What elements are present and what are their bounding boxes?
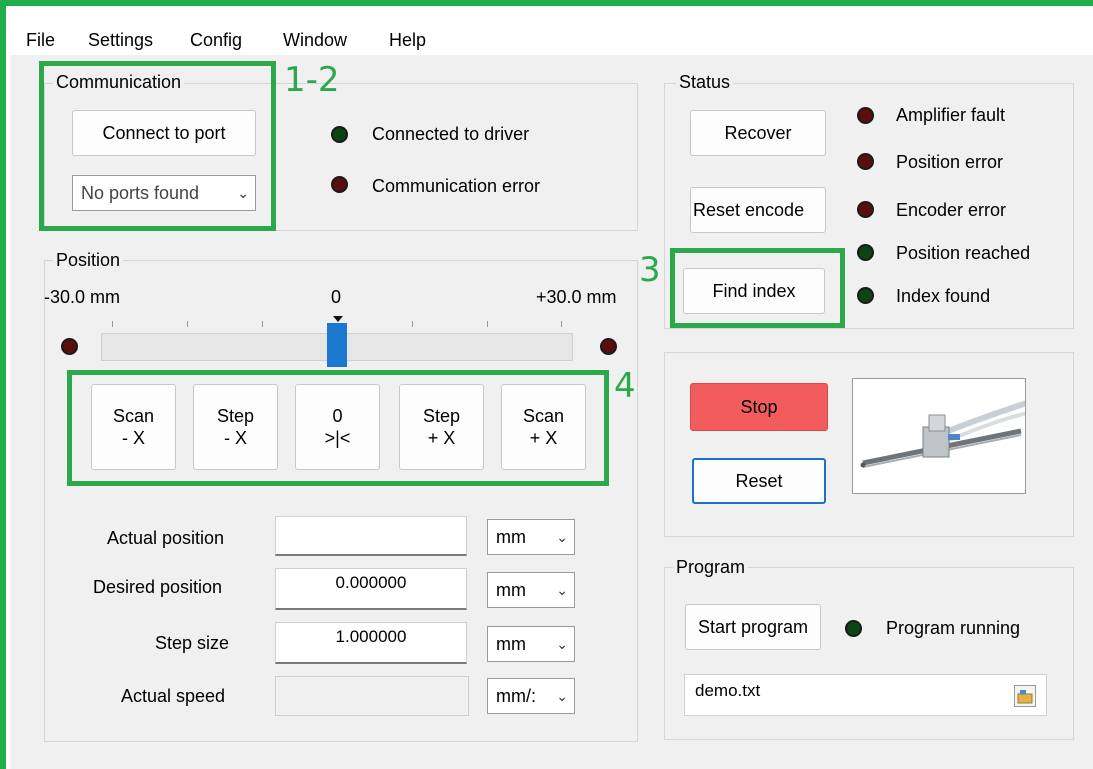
slider-min-label: -30.0 mm [44, 287, 121, 307]
step-size-unit-value: mm [496, 634, 526, 654]
program-file-field[interactable]: demo.txt [684, 674, 1047, 716]
menu-file[interactable]: File [26, 30, 55, 51]
menu-help[interactable]: Help [389, 30, 426, 51]
actual-position-label: Actual position [107, 528, 225, 548]
chevron-down-icon: ⌄ [556, 529, 568, 545]
port-select[interactable]: No ports found ⌄ [72, 175, 256, 211]
min-limit-led [61, 338, 78, 355]
comm-error-label: Communication error [372, 176, 541, 196]
slider-max-label: +30.0 mm [536, 287, 617, 307]
amplifier-fault-label: Amplifier fault [896, 105, 1006, 125]
desired-position-field[interactable]: 0.000000 [275, 568, 467, 610]
encoder-error-led [857, 201, 874, 218]
step-size-label: Step size [155, 633, 230, 653]
step-minus-x-line1: Step [216, 406, 255, 426]
encoder-error-label: Encoder error [896, 200, 1007, 220]
position-error-label: Position error [896, 152, 1004, 172]
annotation-label-3: 3 [639, 250, 661, 290]
step-minus-x-button[interactable]: Step - X [193, 384, 278, 470]
position-reached-led [857, 244, 874, 261]
chevron-down-icon: ⌄ [556, 636, 568, 652]
actual-speed-label: Actual speed [121, 686, 226, 706]
annotation-label-4: 4 [614, 366, 636, 406]
start-program-button[interactable]: Start program [685, 604, 821, 650]
position-reached-label: Position reached [896, 243, 1031, 263]
status-title: Status [676, 72, 734, 93]
slider-center-label: 0 [331, 287, 342, 307]
reset-button[interactable]: Reset [692, 458, 826, 504]
position-error-led [857, 153, 874, 170]
step-plus-x-line1: Step [422, 406, 461, 426]
menu-bar [6, 24, 1093, 54]
chevron-down-icon: ⌄ [237, 185, 249, 201]
menu-config[interactable]: Config [190, 30, 242, 51]
position-slider-thumb[interactable] [327, 323, 347, 367]
zero-button[interactable]: 0 >|< [295, 384, 380, 470]
chevron-down-icon: ⌄ [556, 688, 568, 704]
program-title: Program [673, 557, 749, 578]
desired-position-label: Desired position [93, 577, 223, 597]
scan-minus-x-button[interactable]: Scan - X [91, 384, 176, 470]
menu-window[interactable]: Window [283, 30, 347, 51]
open-folder-icon[interactable] [1014, 685, 1036, 707]
step-minus-x-line2: - X [223, 428, 247, 448]
actual-speed-unit[interactable]: mm/: ⌄ [487, 678, 575, 714]
program-file-value: demo.txt [695, 681, 761, 700]
actual-position-unit[interactable]: mm ⌄ [487, 519, 575, 555]
connected-led [331, 126, 348, 143]
desired-position-unit[interactable]: mm ⌄ [487, 572, 575, 608]
index-found-led [857, 287, 874, 304]
port-select-value: No ports found [81, 183, 200, 203]
zero-line2: >|< [324, 428, 351, 448]
amplifier-fault-led [857, 107, 874, 124]
step-size-unit[interactable]: mm ⌄ [487, 626, 575, 662]
step-plus-x-line2: + X [427, 428, 456, 448]
linear-stage-icon [853, 379, 1025, 493]
desired-position-unit-value: mm [496, 580, 526, 600]
zero-line1: 0 [332, 406, 343, 426]
chevron-down-icon: ⌄ [556, 582, 568, 598]
comm-error-led [331, 176, 348, 193]
menu-settings[interactable]: Settings [88, 30, 153, 51]
step-size-field[interactable]: 1.000000 [275, 622, 467, 664]
stop-button[interactable]: Stop [690, 383, 828, 431]
scan-plus-x-line1: Scan [522, 406, 565, 426]
program-running-label: Program running [886, 618, 1021, 638]
scan-minus-x-line1: Scan [112, 406, 155, 426]
actual-speed-field [275, 676, 469, 716]
step-plus-x-button[interactable]: Step + X [399, 384, 484, 470]
index-found-label: Index found [896, 286, 991, 306]
communication-title: Communication [53, 72, 185, 93]
actual-position-unit-value: mm [496, 527, 526, 547]
find-index-button[interactable]: Find index [683, 268, 825, 314]
recover-button[interactable]: Recover [690, 110, 826, 156]
connected-label: Connected to driver [372, 124, 530, 144]
max-limit-led [600, 338, 617, 355]
program-running-led [845, 620, 862, 637]
position-title: Position [53, 250, 124, 271]
connect-port-button[interactable]: Connect to port [72, 110, 256, 156]
scan-minus-x-line2: - X [121, 428, 145, 448]
scan-plus-x-line2: + X [529, 428, 558, 448]
actual-speed-unit-value: mm/: [496, 686, 536, 706]
scan-plus-x-button[interactable]: Scan + X [501, 384, 586, 470]
reset-encoder-button[interactable]: Reset encode [690, 187, 826, 233]
stage-picture [852, 378, 1026, 494]
slider-marker-icon [333, 316, 343, 322]
annotation-label-1-2: 1-2 [284, 60, 340, 100]
actual-position-field[interactable] [275, 516, 467, 556]
